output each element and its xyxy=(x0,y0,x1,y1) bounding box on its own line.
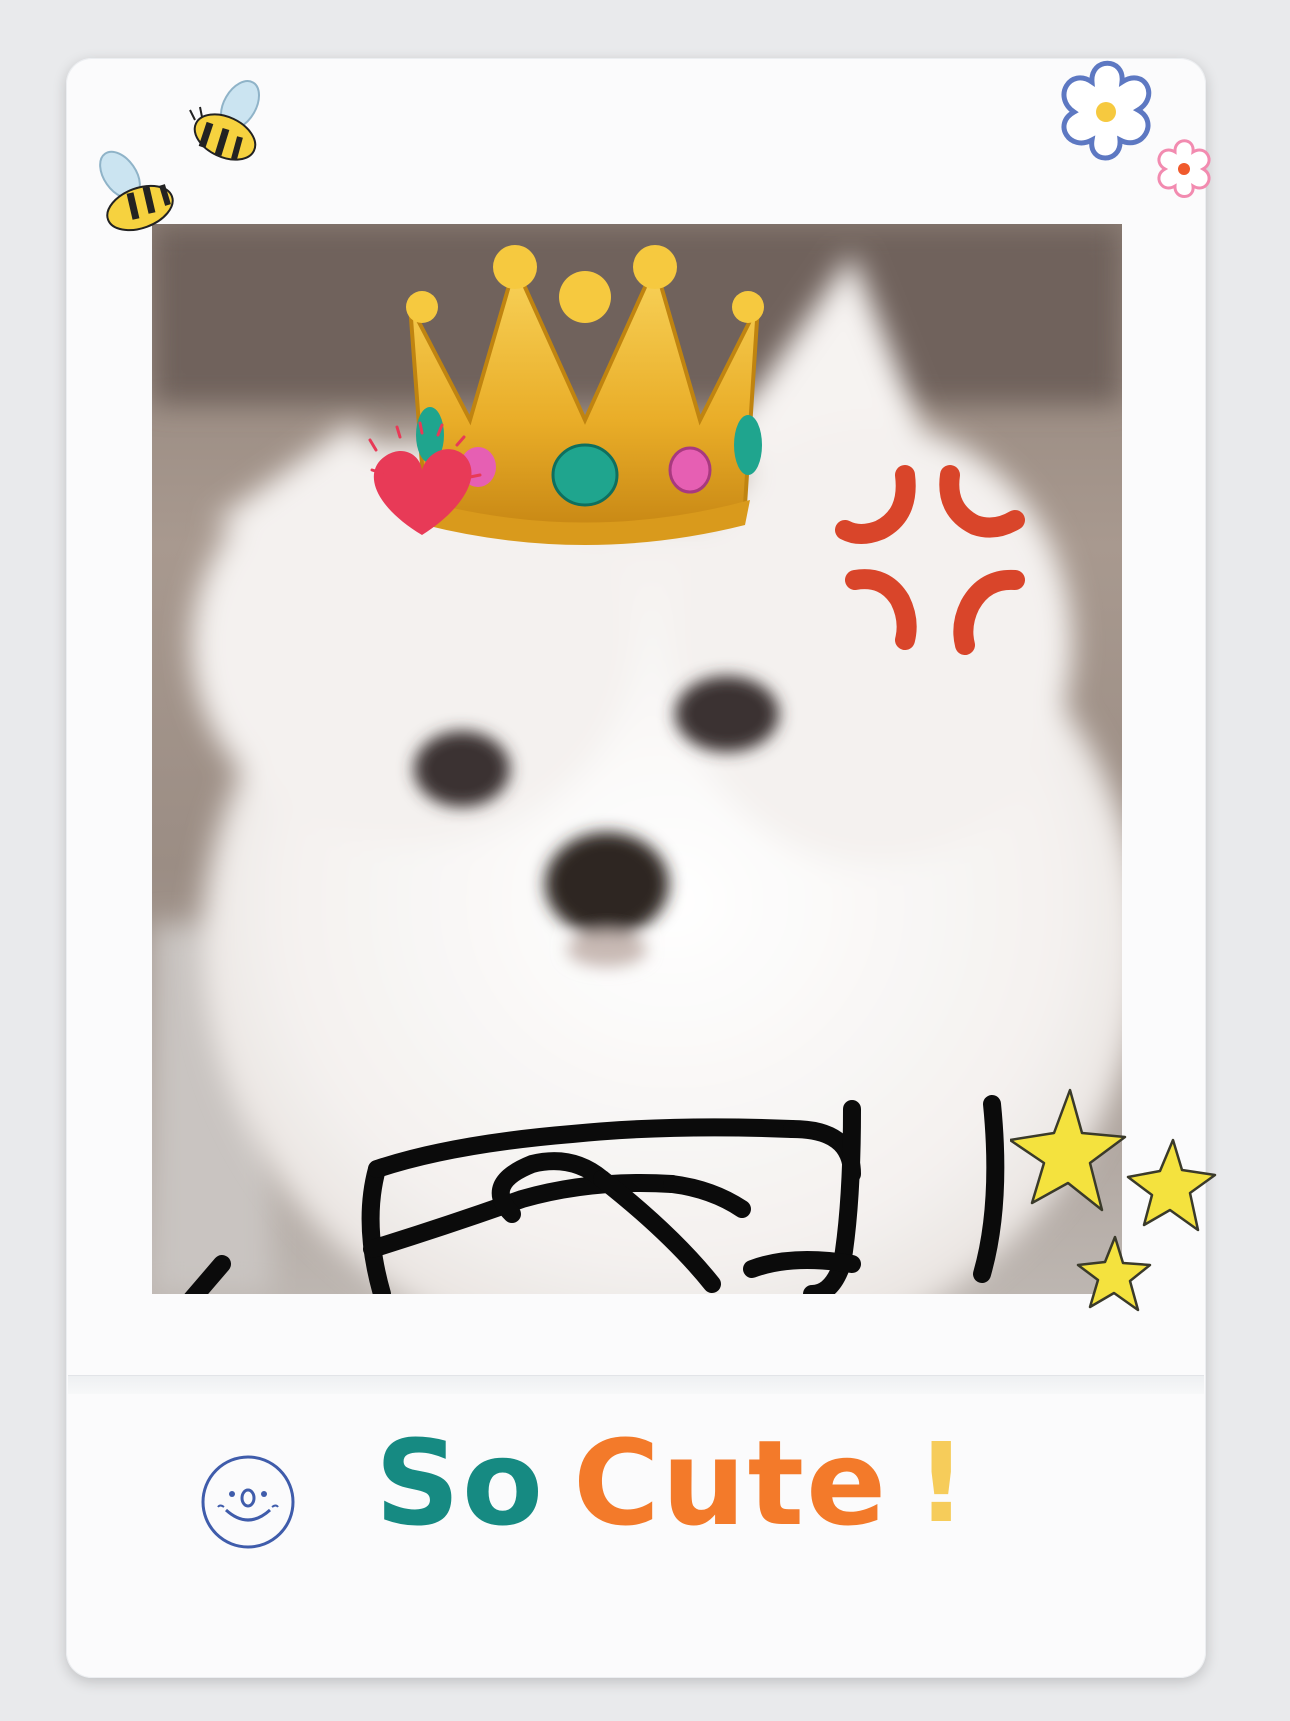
flower-icon xyxy=(1061,60,1152,161)
caption-exclamation: ! xyxy=(916,1418,969,1547)
caption: So Cute ! xyxy=(375,1395,968,1570)
bee-icon xyxy=(99,150,174,232)
anger-mark-icon xyxy=(835,465,1025,655)
bee-icon xyxy=(189,80,260,161)
flower-icon xyxy=(1157,139,1211,198)
star-icon xyxy=(1076,1235,1152,1312)
caption-word-so: So xyxy=(375,1413,546,1552)
star-icon xyxy=(1010,1088,1127,1212)
smiley-face-icon xyxy=(201,1455,295,1549)
flowers-group xyxy=(1061,60,1211,198)
heart-icon xyxy=(368,421,482,535)
bees-group xyxy=(99,80,260,232)
caption-word-cute: Cute xyxy=(573,1413,889,1552)
frame-divider xyxy=(68,1375,1204,1394)
star-icon xyxy=(1126,1138,1217,1232)
stars-group xyxy=(1010,1088,1217,1312)
